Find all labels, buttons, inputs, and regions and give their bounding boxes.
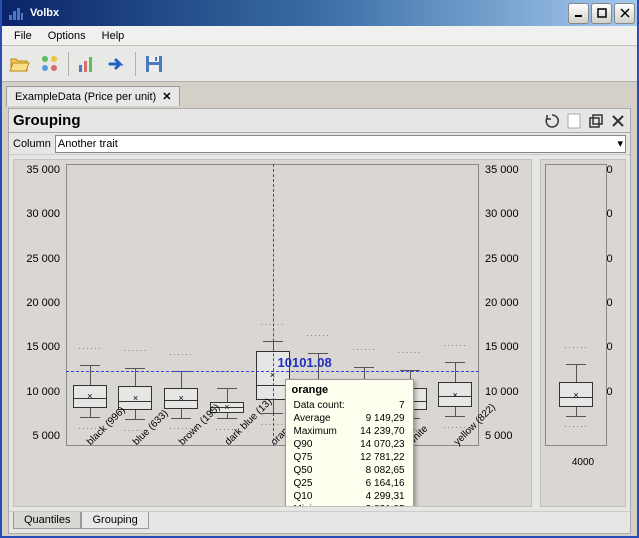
document-tabbar: ExampleData (Price per unit) ✕ bbox=[2, 82, 637, 106]
column-label: Column bbox=[13, 138, 51, 150]
tab-grouping[interactable]: Grouping bbox=[81, 512, 148, 529]
y-axis-left: 35 00030 00025 00020 00015 00010 0005 00… bbox=[14, 160, 64, 446]
restore-button[interactable] bbox=[586, 111, 606, 131]
menu-options[interactable]: Options bbox=[40, 28, 94, 44]
side-label: 4000 bbox=[545, 457, 621, 468]
crosshair-horizontal bbox=[66, 371, 479, 372]
menu-file[interactable]: File bbox=[6, 28, 40, 44]
x-axis-side: 4000 bbox=[545, 448, 621, 506]
crosshair-value: 10101.08 bbox=[278, 355, 332, 370]
column-select[interactable]: Another trait ▾ bbox=[55, 135, 626, 153]
column-select-value: Another trait bbox=[58, 138, 118, 150]
dropdown-icon: ▾ bbox=[617, 137, 623, 150]
menu-help[interactable]: Help bbox=[94, 28, 133, 44]
document-tab-label: ExampleData (Price per unit) bbox=[15, 91, 156, 103]
maximize-button[interactable] bbox=[591, 3, 612, 24]
chart-area: 35 00030 00025 00020 00015 00010 0005 00… bbox=[9, 155, 630, 511]
tab-close-icon[interactable]: ✕ bbox=[162, 90, 171, 103]
x-axis-labels: black (996)blue (633)brown (195)dark blu… bbox=[66, 448, 479, 506]
app-icon bbox=[8, 5, 24, 21]
crosshair-vertical bbox=[273, 164, 274, 446]
tooltip: orange Data count:7Average9 149,29Maximu… bbox=[285, 379, 414, 507]
grouping-panel: Grouping Column Another trait ▾ 35 00030… bbox=[8, 108, 631, 534]
tab-quantiles[interactable]: Quantiles bbox=[13, 512, 81, 529]
window-title: Volbx bbox=[28, 7, 568, 19]
close-button[interactable] bbox=[614, 3, 635, 24]
chart-button[interactable] bbox=[73, 50, 101, 78]
menu-bar: File Options Help bbox=[2, 26, 637, 46]
tooltip-table: Data count:7Average9 149,29Maximum14 239… bbox=[292, 398, 407, 507]
toolbar bbox=[2, 46, 637, 82]
main-plot[interactable]: 35 00030 00025 00020 00015 00010 0005 00… bbox=[13, 159, 532, 507]
bottom-tabs: Quantiles Grouping bbox=[9, 511, 630, 533]
panel-close-button[interactable] bbox=[608, 111, 628, 131]
new-page-button[interactable] bbox=[564, 111, 584, 131]
refresh-button[interactable] bbox=[542, 111, 562, 131]
panel-title: Grouping bbox=[9, 110, 542, 131]
config-button[interactable] bbox=[36, 50, 64, 78]
document-tab[interactable]: ExampleData (Price per unit) ✕ bbox=[6, 86, 180, 106]
toolbar-separator bbox=[68, 52, 69, 76]
tooltip-title: orange bbox=[292, 384, 407, 396]
column-row: Column Another trait ▾ bbox=[9, 133, 630, 155]
title-bar[interactable]: Volbx bbox=[2, 0, 637, 26]
panel-header: Grouping bbox=[9, 109, 630, 133]
open-button[interactable] bbox=[6, 50, 34, 78]
toolbar-separator bbox=[135, 52, 136, 76]
window-controls bbox=[568, 3, 635, 24]
plot-body-side: ×············ bbox=[545, 164, 607, 446]
minimize-button[interactable] bbox=[568, 3, 589, 24]
export-button[interactable] bbox=[103, 50, 131, 78]
save-button[interactable] bbox=[140, 50, 168, 78]
summary-plot[interactable]: 35 00030 00025 00020 00015 00010 0005 00… bbox=[540, 159, 626, 507]
main-window: Volbx File Options Help ExampleData (Pri… bbox=[0, 0, 639, 538]
